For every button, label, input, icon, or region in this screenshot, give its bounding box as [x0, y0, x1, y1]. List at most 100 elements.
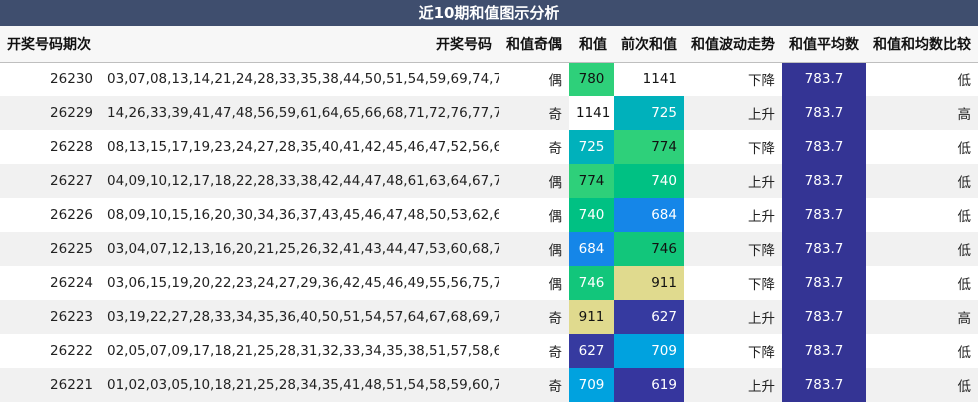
sum-analysis-table: 开奖号码期次 开奖号码 和值奇偶 和值 前次和值 和值波动走势 和值平均数 和值…: [0, 26, 978, 402]
cell-sum: 911: [569, 300, 614, 334]
cell-sum: 780: [569, 62, 614, 96]
cell-compare: 低: [866, 164, 978, 198]
cell-numbers: 03,07,08,13,14,21,24,28,33,35,38,44,50,5…: [100, 62, 499, 96]
table-row: 26222 02,05,07,09,17,18,21,25,28,31,32,3…: [0, 334, 978, 368]
cell-trend: 上升: [684, 164, 782, 198]
cell-numbers: 03,04,07,12,13,16,20,21,25,26,32,41,43,4…: [100, 232, 499, 266]
cell-average: 783.7: [782, 62, 866, 96]
cell-sum: 746: [569, 266, 614, 300]
cell-prev-sum: 911: [614, 266, 684, 300]
table-row: 26227 04,09,10,12,17,18,22,28,33,38,42,4…: [0, 164, 978, 198]
cell-average: 783.7: [782, 130, 866, 164]
header-average: 和值平均数: [782, 26, 866, 63]
cell-prev-sum: 684: [614, 198, 684, 232]
cell-period: 26223: [0, 300, 100, 334]
cell-sum: 774: [569, 164, 614, 198]
analysis-panel: 近10期和值图示分析 开奖号码期次 开奖号码 和值奇偶 和值 前次和值 和值波动…: [0, 0, 978, 402]
cell-numbers: 03,19,22,27,28,33,34,35,36,40,50,51,54,5…: [100, 300, 499, 334]
cell-trend: 上升: [684, 300, 782, 334]
table-body: 26230 03,07,08,13,14,21,24,28,33,35,38,4…: [0, 62, 978, 402]
header-trend: 和值波动走势: [684, 26, 782, 63]
cell-period: 26230: [0, 62, 100, 96]
cell-average: 783.7: [782, 334, 866, 368]
cell-parity: 奇: [499, 130, 569, 164]
cell-parity: 偶: [499, 266, 569, 300]
cell-sum: 709: [569, 368, 614, 402]
table-row: 26225 03,04,07,12,13,16,20,21,25,26,32,4…: [0, 232, 978, 266]
cell-period: 26222: [0, 334, 100, 368]
cell-trend: 上升: [684, 198, 782, 232]
cell-compare: 低: [866, 198, 978, 232]
table-row: 26223 03,19,22,27,28,33,34,35,36,40,50,5…: [0, 300, 978, 334]
cell-prev-sum: 746: [614, 232, 684, 266]
cell-period: 26226: [0, 198, 100, 232]
cell-average: 783.7: [782, 198, 866, 232]
cell-numbers: 01,02,03,05,10,18,21,25,28,34,35,41,48,5…: [100, 368, 499, 402]
cell-average: 783.7: [782, 164, 866, 198]
table-row: 26228 08,13,15,17,19,23,24,27,28,35,40,4…: [0, 130, 978, 164]
cell-average: 783.7: [782, 368, 866, 402]
cell-period: 26229: [0, 96, 100, 130]
cell-sum: 740: [569, 198, 614, 232]
cell-numbers: 14,26,33,39,41,47,48,56,59,61,64,65,66,6…: [100, 96, 499, 130]
cell-trend: 下降: [684, 266, 782, 300]
panel-title: 近10期和值图示分析: [0, 0, 978, 26]
cell-sum: 627: [569, 334, 614, 368]
cell-average: 783.7: [782, 96, 866, 130]
cell-numbers: 08,09,10,15,16,20,30,34,36,37,43,45,46,4…: [100, 198, 499, 232]
cell-prev-sum: 774: [614, 130, 684, 164]
header-compare: 和值和均数比较: [866, 26, 978, 63]
cell-parity: 偶: [499, 164, 569, 198]
cell-period: 26228: [0, 130, 100, 164]
cell-trend: 下降: [684, 334, 782, 368]
cell-trend: 下降: [684, 130, 782, 164]
cell-compare: 低: [866, 232, 978, 266]
cell-trend: 上升: [684, 96, 782, 130]
cell-average: 783.7: [782, 266, 866, 300]
cell-parity: 偶: [499, 232, 569, 266]
table-row: 26221 01,02,03,05,10,18,21,25,28,34,35,4…: [0, 368, 978, 402]
cell-period: 26224: [0, 266, 100, 300]
cell-parity: 奇: [499, 334, 569, 368]
cell-sum: 684: [569, 232, 614, 266]
header-prev-sum: 前次和值: [614, 26, 684, 63]
cell-period: 26225: [0, 232, 100, 266]
cell-parity: 奇: [499, 368, 569, 402]
cell-numbers: 02,05,07,09,17,18,21,25,28,31,32,33,34,3…: [100, 334, 499, 368]
header-parity: 和值奇偶: [499, 26, 569, 63]
cell-compare: 低: [866, 130, 978, 164]
cell-compare: 高: [866, 96, 978, 130]
cell-numbers: 03,06,15,19,20,22,23,24,27,29,36,42,45,4…: [100, 266, 499, 300]
table-row: 26229 14,26,33,39,41,47,48,56,59,61,64,6…: [0, 96, 978, 130]
cell-parity: 奇: [499, 300, 569, 334]
cell-numbers: 04,09,10,12,17,18,22,28,33,38,42,44,47,4…: [100, 164, 499, 198]
cell-numbers: 08,13,15,17,19,23,24,27,28,35,40,41,42,4…: [100, 130, 499, 164]
cell-prev-sum: 709: [614, 334, 684, 368]
cell-prev-sum: 619: [614, 368, 684, 402]
cell-prev-sum: 627: [614, 300, 684, 334]
header-numbers: 开奖号码: [100, 26, 499, 63]
cell-prev-sum: 725: [614, 96, 684, 130]
cell-sum: 1141: [569, 96, 614, 130]
cell-compare: 低: [866, 266, 978, 300]
cell-compare: 低: [866, 368, 978, 402]
cell-prev-sum: 1141: [614, 62, 684, 96]
table-row: 26230 03,07,08,13,14,21,24,28,33,35,38,4…: [0, 62, 978, 96]
cell-compare: 低: [866, 334, 978, 368]
cell-compare: 低: [866, 62, 978, 96]
cell-trend: 下降: [684, 232, 782, 266]
header-sum: 和值: [569, 26, 614, 63]
header-period: 开奖号码期次: [0, 26, 100, 63]
cell-average: 783.7: [782, 300, 866, 334]
cell-compare: 高: [866, 300, 978, 334]
table-header-row: 开奖号码期次 开奖号码 和值奇偶 和值 前次和值 和值波动走势 和值平均数 和值…: [0, 26, 978, 63]
cell-sum: 725: [569, 130, 614, 164]
cell-parity: 奇: [499, 96, 569, 130]
cell-parity: 偶: [499, 62, 569, 96]
table-row: 26224 03,06,15,19,20,22,23,24,27,29,36,4…: [0, 266, 978, 300]
cell-parity: 偶: [499, 198, 569, 232]
cell-period: 26221: [0, 368, 100, 402]
table-row: 26226 08,09,10,15,16,20,30,34,36,37,43,4…: [0, 198, 978, 232]
cell-average: 783.7: [782, 232, 866, 266]
cell-trend: 下降: [684, 62, 782, 96]
